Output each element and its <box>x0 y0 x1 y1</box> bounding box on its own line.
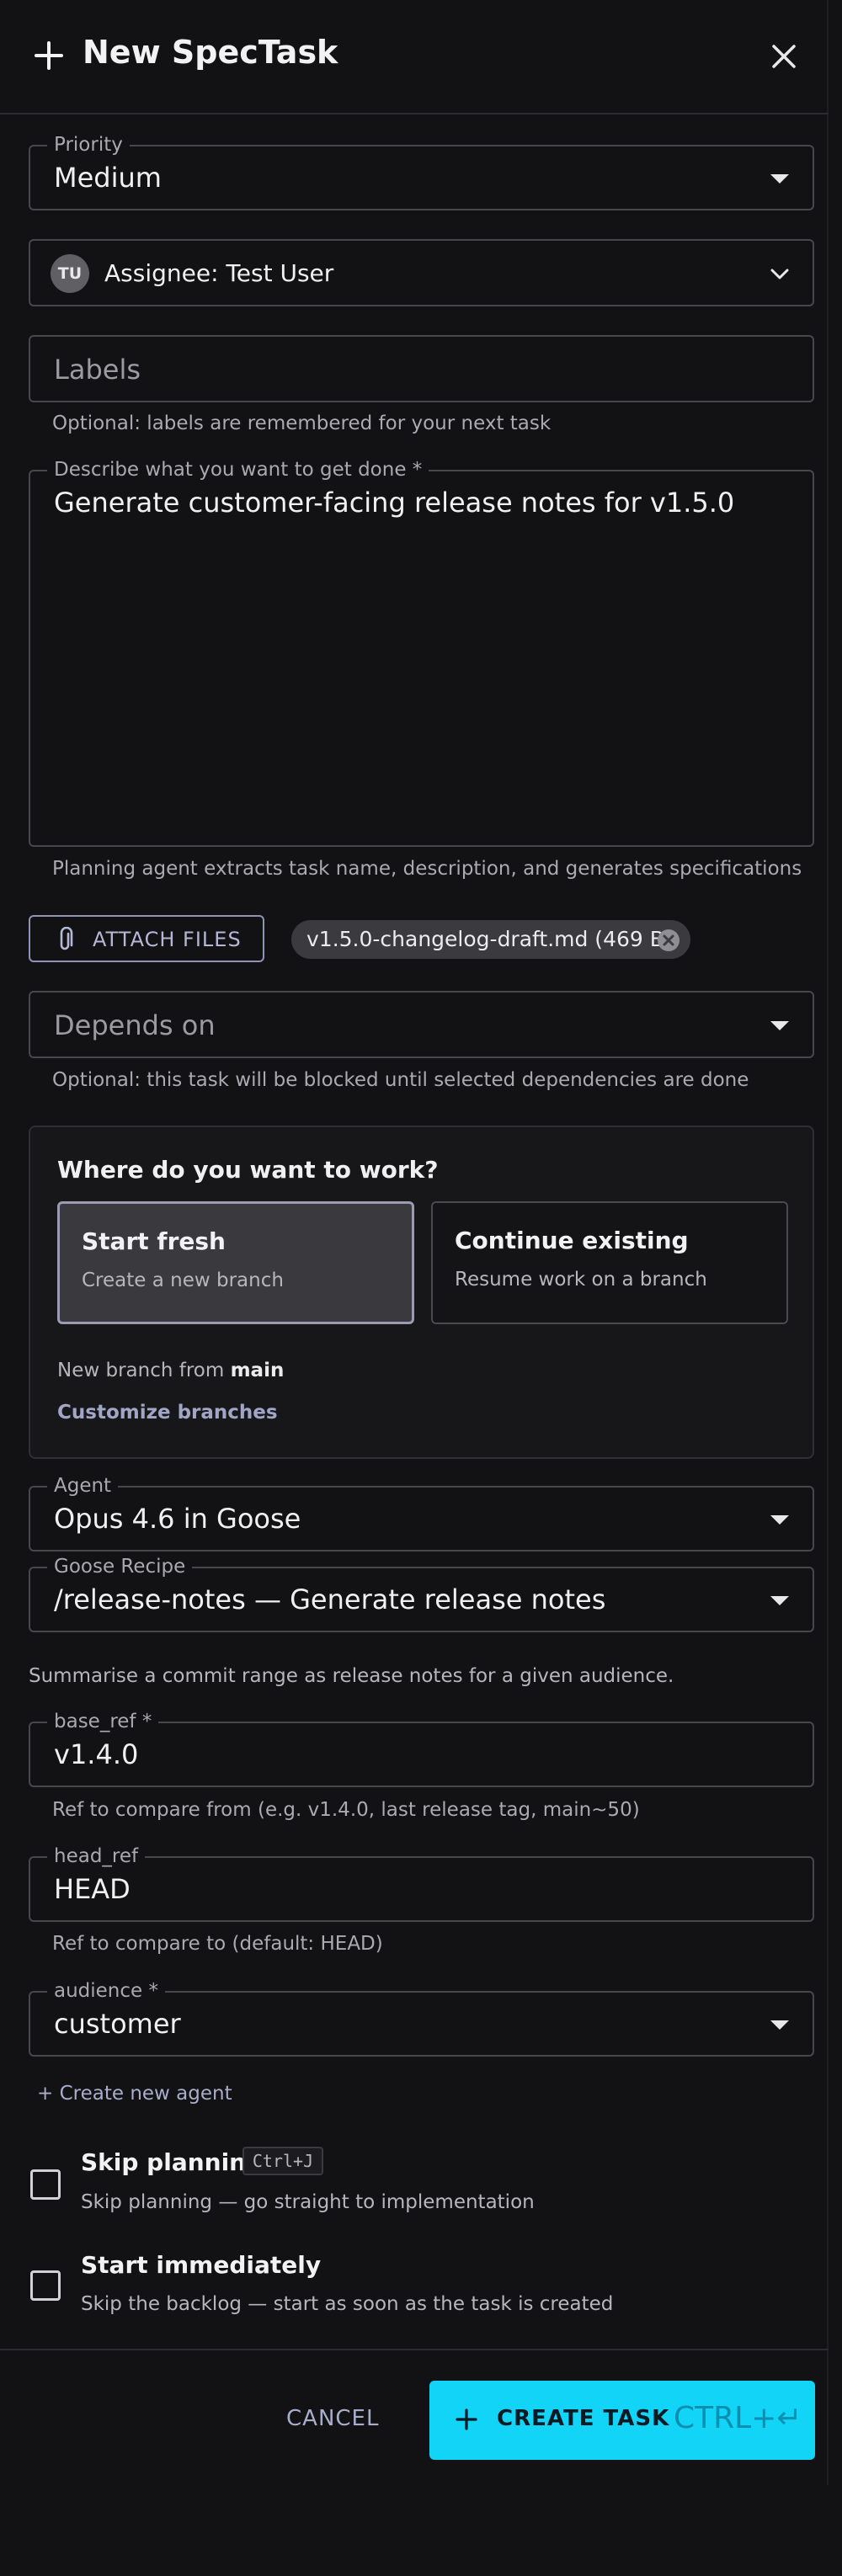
close-icon[interactable] <box>770 42 798 71</box>
base-ref-input[interactable]: base_ref * v1.4.0 <box>29 1709 814 1787</box>
agent-value: Opus 4.6 in Goose <box>54 1503 301 1535</box>
skip-planning-checkbox[interactable] <box>30 2169 61 2200</box>
dialog-title: New SpecTask <box>83 34 338 71</box>
create-task-label: CREATE TASK <box>497 2406 670 2431</box>
assignee-value: Assignee: Test User <box>104 259 334 287</box>
priority-value: Medium <box>54 162 162 194</box>
dropdown-caret-icon <box>770 174 789 184</box>
recipe-label: Goose Recipe <box>47 1554 193 1579</box>
priority-label: Priority <box>47 132 130 157</box>
create-task-button[interactable]: CREATE TASK CTRL+↵ <box>429 2381 815 2460</box>
audience-select[interactable]: audience * customer <box>29 1978 814 2057</box>
recipe-description: Summarise a commit range as release note… <box>29 1665 674 1687</box>
labels-helper: Optional: labels are remembered for your… <box>52 412 552 434</box>
attached-file-name: v1.5.0-changelog-draft.md (469 B) <box>306 927 673 951</box>
agent-label: Agent <box>47 1473 119 1498</box>
head-ref-helper: Ref to compare to (default: HEAD) <box>52 1933 383 1955</box>
start-fresh-option[interactable]: Start fresh Create a new branch <box>57 1201 414 1324</box>
dialog-footer: CANCEL CREATE TASK CTRL+↵ <box>0 2349 829 2485</box>
create-new-agent-link[interactable]: + Create new agent <box>37 2083 232 2105</box>
option-title: Continue existing <box>455 1227 689 1254</box>
chevron-down-icon <box>770 269 789 279</box>
start-immediately-checkbox[interactable] <box>30 2270 61 2301</box>
head-ref-value: HEAD <box>54 1873 131 1905</box>
dropdown-caret-icon <box>770 1596 789 1605</box>
agent-select[interactable]: Agent Opus 4.6 in Goose <box>29 1473 814 1551</box>
base-ref-label: base_ref * <box>47 1709 159 1734</box>
assignee-select[interactable]: TU Assignee: Test User <box>29 239 814 306</box>
new-branch-info: New branch from main <box>57 1360 284 1381</box>
cancel-button[interactable]: CANCEL <box>286 2406 379 2431</box>
start-immediately-title: Start immediately <box>81 2251 322 2279</box>
head-ref-input[interactable]: head_ref HEAD <box>29 1844 814 1922</box>
remove-file-icon[interactable] <box>657 929 680 952</box>
option-subtitle: Resume work on a branch <box>455 1269 707 1291</box>
skip-planning-subtitle: Skip planning — go straight to implement… <box>81 2191 535 2213</box>
branch-prefix: New branch from <box>57 1360 225 1381</box>
dialog-header: New SpecTask <box>0 0 829 114</box>
dropdown-caret-icon <box>770 2020 789 2030</box>
audience-value: customer <box>54 2008 181 2040</box>
skip-planning-title: Skip planning <box>81 2148 264 2176</box>
avatar: TU <box>51 254 89 293</box>
attached-file-chip: v1.5.0-changelog-draft.md (469 B) <box>291 920 690 959</box>
attach-files-label: ATTACH FILES <box>93 928 242 951</box>
description-textarea[interactable]: Describe what you want to get done * Gen… <box>29 457 814 847</box>
paperclip-icon <box>60 927 73 950</box>
continue-existing-option[interactable]: Continue existing Resume work on a branc… <box>431 1201 788 1324</box>
plus-icon <box>456 2408 477 2430</box>
workspace-question: Where do you want to work? <box>57 1156 439 1184</box>
description-value: Generate customer-facing release notes f… <box>54 487 735 519</box>
workspace-section: Where do you want to work? Start fresh C… <box>29 1126 814 1459</box>
recipe-value: /release-notes — Generate release notes <box>54 1583 606 1615</box>
audience-label: audience * <box>47 1978 165 2004</box>
option-title: Start fresh <box>82 1227 226 1255</box>
base-ref-value: v1.4.0 <box>54 1738 139 1770</box>
labels-input[interactable]: Labels <box>29 335 814 402</box>
description-helper: Planning agent extracts task name, descr… <box>52 858 802 880</box>
start-immediately-subtitle: Skip the backlog — start as soon as the … <box>81 2293 614 2315</box>
create-task-shortcut: CTRL+↵ <box>674 2401 802 2435</box>
depends-on-select[interactable]: Depends on <box>29 991 814 1058</box>
branch-name: main <box>230 1360 285 1381</box>
description-label: Describe what you want to get done * <box>47 457 429 482</box>
dropdown-caret-icon <box>770 1515 789 1525</box>
dropdown-caret-icon <box>770 1021 789 1030</box>
depends-on-placeholder: Depends on <box>54 1009 216 1041</box>
customize-branches-link[interactable]: Customize branches <box>57 1402 278 1424</box>
base-ref-helper: Ref to compare from (e.g. v1.4.0, last r… <box>52 1799 640 1821</box>
new-spectask-dialog: New SpecTask Priority Medium TU Assignee… <box>0 0 829 2485</box>
plus-icon <box>35 41 63 70</box>
priority-select[interactable]: Priority Medium <box>29 132 814 210</box>
option-subtitle: Create a new branch <box>82 1269 284 1291</box>
head-ref-label: head_ref <box>47 1844 146 1869</box>
attach-files-button[interactable]: ATTACH FILES <box>29 915 264 962</box>
depends-on-helper: Optional: this task will be blocked unti… <box>52 1069 749 1091</box>
goose-recipe-select[interactable]: Goose Recipe /release-notes — Generate r… <box>29 1554 814 1632</box>
labels-placeholder: Labels <box>54 354 141 386</box>
skip-planning-shortcut: Ctrl+J <box>242 2147 323 2175</box>
